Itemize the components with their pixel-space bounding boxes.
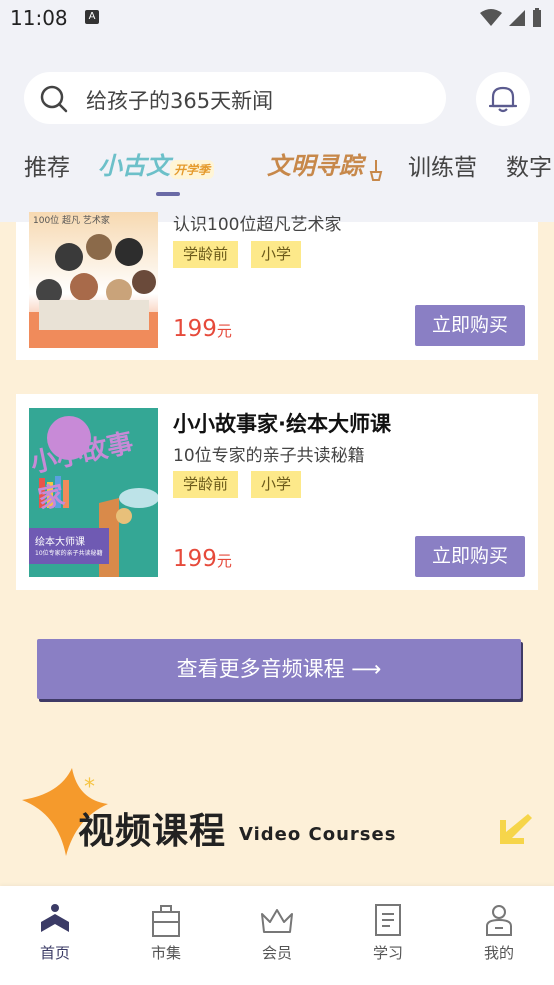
tab-digital[interactable]: 数字 [506,148,552,182]
tab-xiaoguwen-badge: 开学季 [170,160,215,179]
nav-label: 我的 [483,944,514,962]
notification-button[interactable] [476,72,530,126]
top-header: 给孩子的365天新闻 推荐 小古文 开学季 文明寻踪 训练营 数字 [0,36,554,222]
tag-primary: 小学 [251,241,302,268]
crown-icon [261,909,293,933]
svg-text:*: * [84,775,95,800]
battery-icon [533,8,541,27]
signal-icon [509,10,525,26]
search-placeholder: 给孩子的365天新闻 [86,89,274,113]
cover-caption: 绘本大师课 [35,537,85,548]
notification-a-icon: A [85,10,99,24]
tab-wenming-label: 文明寻踪 [267,152,363,180]
nav-market[interactable]: 市集 [121,902,211,963]
course-cover-image: 小小故事家 绘本大师课 10位专家的亲子共读秘籍 [29,408,158,577]
tab-training[interactable]: 训练营 [408,148,477,182]
study-icon [375,904,401,936]
bell-icon [489,86,517,113]
status-icons [480,8,542,28]
tab-xiaoguwen[interactable]: 小古文 开学季 [98,146,215,181]
buy-button[interactable]: 立即购买 [415,536,525,577]
tab-recommend[interactable]: 推荐 [24,148,70,182]
bottom-navigation: 首页 市集 会员 学习 我的 [0,886,554,985]
video-section-title: 视频课程 [78,811,227,852]
video-section-subtitle: Video Courses [239,824,397,845]
cover-text: 100位 超凡 艺术家 [33,216,110,226]
course-card[interactable]: 小小故事家 绘本大师课 10位专家的亲子共读秘籍 小小故事家·绘本大师课 10位… [16,394,538,590]
search-icon [40,85,68,113]
nav-label: 学习 [372,944,403,962]
status-time: 11:08 [10,6,68,30]
market-icon [152,905,180,937]
tag-preschool: 学龄前 [173,241,239,268]
artists-illustration [29,234,158,348]
nav-label: 首页 [39,944,70,962]
status-bar: 11:08 A [0,0,554,36]
course-card[interactable]: 100位 超凡 艺术家 认识100位超凡艺术家 学龄前 小学 199元 立即购买 [16,212,538,360]
tab-xiaoguwen-label: 小古文 [98,152,170,180]
tag-primary: 小学 [251,471,302,498]
nav-member[interactable]: 会员 [232,902,322,963]
wifi-icon [480,9,502,26]
course-subtitle: 认识100位超凡艺术家 [173,215,342,235]
home-icon [41,904,69,932]
arrow-down-left-icon [500,814,532,844]
category-tabs: 推荐 小古文 开学季 文明寻踪 训练营 数字 [0,144,554,188]
search-bar[interactable]: 给孩子的365天新闻 [24,72,446,124]
tab-wenming[interactable]: 文明寻踪 [267,146,384,181]
cover-caption-sub: 10位专家的亲子共读秘籍 [35,550,103,557]
profile-icon [486,905,512,936]
nav-home[interactable]: 首页 [10,902,100,963]
nav-label: 市集 [150,944,181,962]
tab-indicator [156,192,180,196]
nav-profile[interactable]: 我的 [454,902,544,963]
course-price: 199元 [173,546,232,572]
nav-label: 会员 [261,944,292,962]
nav-study[interactable]: 学习 [343,902,433,963]
more-audio-courses-button[interactable]: 查看更多音频课程 ⟶ [37,639,521,699]
course-title: 小小故事家·绘本大师课 [173,412,391,436]
buy-button[interactable]: 立即购买 [415,305,525,346]
course-price: 199元 [173,316,232,342]
course-cover-image: 100位 超凡 艺术家 [29,212,158,348]
tag-preschool: 学龄前 [173,471,239,498]
course-subtitle: 10位专家的亲子共读秘籍 [173,446,365,466]
shovel-icon [369,159,383,181]
